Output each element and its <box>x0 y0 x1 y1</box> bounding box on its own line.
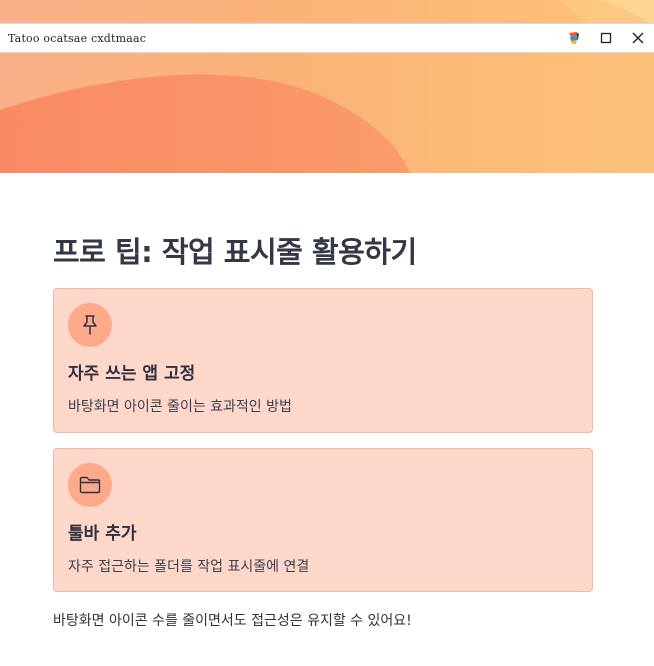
app-logo-icon <box>558 24 590 52</box>
card-title: 툴바 추가 <box>68 524 137 544</box>
window-controls <box>558 24 654 52</box>
maximize-button[interactable] <box>590 24 622 52</box>
window-title: Tatoo ocatsae cxdtmaac <box>8 31 147 45</box>
main-content: 프로 팁: 작업 표시줄 활용하기 자주 쓰는 앱 고정 바탕화면 아이콘 줄이… <box>53 230 593 630</box>
close-button[interactable] <box>622 24 654 52</box>
page-title: 프로 팁: 작업 표시줄 활용하기 <box>53 235 417 269</box>
card-title: 자주 쓰는 앱 고정 <box>68 364 196 384</box>
card-description: 자주 접근하는 폴더를 작업 표시줄에 연결 <box>68 559 310 575</box>
tip-card-pin-apps: 자주 쓰는 앱 고정 바탕화면 아이콘 줄이는 효과적인 방법 <box>53 288 593 433</box>
folder-icon <box>68 463 112 507</box>
title-bar[interactable]: Tatoo ocatsae cxdtmaac <box>0 23 654 53</box>
app-window: Tatoo ocatsae cxdtmaac 프로 팁: 작업 표시줄 활용하기… <box>0 0 654 666</box>
footer-note: 바탕화면 아이콘 수를 줄이면서도 접근성은 유지할 수 있어요! <box>53 613 412 629</box>
pin-icon <box>68 303 112 347</box>
card-description: 바탕화면 아이콘 줄이는 효과적인 방법 <box>68 399 292 415</box>
tip-card-toolbar: 툴바 추가 자주 접근하는 폴더를 작업 표시줄에 연결 <box>53 448 593 592</box>
close-icon <box>632 32 644 44</box>
